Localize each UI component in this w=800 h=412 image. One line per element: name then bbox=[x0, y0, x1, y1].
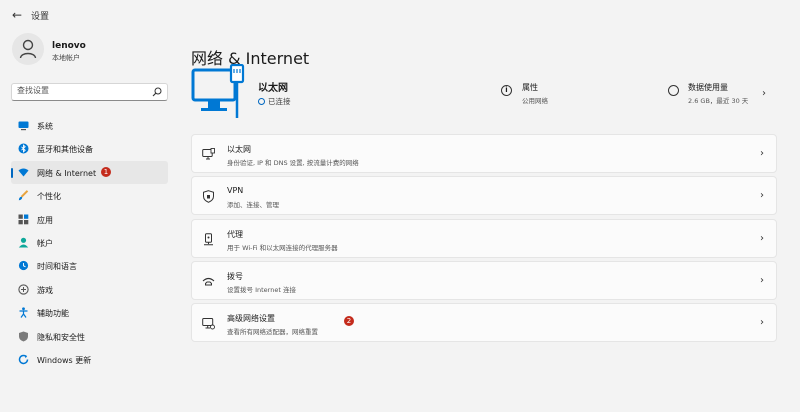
data-usage-amount: 2.6 GB，最近 30 天 bbox=[688, 97, 749, 105]
search-icon[interactable] bbox=[152, 87, 162, 97]
ethernet-icon bbox=[202, 148, 215, 160]
ethernet-summary: 以太网 已连接 i 属性 公用网络 数据使用量 2.6 GB，最近 30 天 › bbox=[191, 63, 777, 125]
proxy-icon bbox=[204, 232, 213, 245]
card-description: 用于 Wi-Fi 和以太网连接的代理服务器 bbox=[227, 243, 338, 252]
sidebar-item-label: 系统 bbox=[37, 122, 53, 131]
title-bar: ← 设置 bbox=[0, 0, 800, 30]
card-ethernet[interactable]: 以太网 身份验证, IP 和 DNS 设置, 按流量计费的网络 › bbox=[191, 134, 777, 173]
card-title: VPN bbox=[227, 186, 244, 196]
chevron-right-icon: › bbox=[760, 190, 764, 202]
card-description: 添加、连接、管理 bbox=[227, 201, 279, 210]
card-dial-up[interactable]: 拨号 设置拨号 Internet 连接 › bbox=[191, 260, 777, 300]
account-type: 本地帐户 bbox=[52, 54, 80, 62]
sidebar-item-accounts[interactable]: 帐户 bbox=[11, 231, 168, 254]
back-button[interactable]: ← bbox=[8, 6, 26, 24]
chevron-right-icon: › bbox=[760, 232, 764, 244]
ethernet-computer-icon bbox=[191, 64, 245, 118]
card-description: 身份验证, IP 和 DNS 设置, 按流量计费的网络 bbox=[227, 159, 359, 167]
notification-badge: 2 bbox=[344, 316, 354, 327]
shield-icon bbox=[19, 331, 28, 342]
sidebar-item-network[interactable]: 网络 & Internet 1 bbox=[11, 160, 168, 185]
notification-badge: 1 bbox=[101, 166, 111, 177]
vpn-shield-icon bbox=[203, 190, 214, 204]
sidebar-item-bluetooth[interactable]: 蓝牙和其他设备 bbox=[11, 137, 168, 160]
card-title: 以太网 bbox=[227, 145, 251, 154]
card-description: 查看所有网络适配器，网络重置 bbox=[227, 328, 318, 337]
sidebar-item-label: 游戏 bbox=[37, 285, 53, 295]
sidebar-item-label: 个性化 bbox=[37, 192, 61, 202]
dial-up-icon bbox=[202, 277, 215, 286]
properties-title: 属性 bbox=[522, 83, 538, 92]
network-profile: 公用网络 bbox=[522, 97, 548, 105]
accessibility-icon bbox=[19, 307, 28, 318]
apps-icon bbox=[18, 214, 29, 224]
card-proxy[interactable]: 代理 用于 Wi-Fi 和以太网连接的代理服务器 › bbox=[191, 218, 777, 258]
globe-clock-icon bbox=[18, 261, 29, 271]
card-advanced-network[interactable]: 高级网络设置 查看所有网络适配器，网络重置 2 › bbox=[191, 303, 777, 343]
sidebar-item-label: 应用 bbox=[37, 215, 53, 225]
bluetooth-icon bbox=[18, 143, 29, 154]
globe-icon bbox=[258, 98, 265, 105]
sidebar-item-label: 隐私和安全性 bbox=[37, 332, 85, 342]
user-name: lenovo bbox=[52, 41, 86, 51]
person-icon bbox=[18, 237, 29, 248]
connection-status-text: 已连接 bbox=[268, 97, 291, 106]
search-input[interactable] bbox=[17, 86, 147, 95]
advanced-network-icon bbox=[202, 318, 215, 330]
sidebar-item-time-language[interactable]: 时间和语言 bbox=[11, 254, 168, 277]
sidebar-item-personalization[interactable]: 个性化 bbox=[11, 184, 168, 207]
sidebar-item-privacy-security[interactable]: 隐私和安全性 bbox=[11, 325, 168, 348]
monitor-icon bbox=[18, 121, 29, 131]
sidebar-item-label: 辅助功能 bbox=[37, 309, 69, 319]
sidebar-item-label: Windows 更新 bbox=[37, 355, 92, 365]
sidebar-item-system[interactable]: 系统 bbox=[11, 114, 168, 137]
sidebar-nav: 系统 蓝牙和其他设备 网络 & Internet 1 个性化 应用 帐户 时间和… bbox=[11, 114, 168, 371]
sidebar-item-accessibility[interactable]: 辅助功能 bbox=[11, 301, 168, 324]
sidebar-item-label: 时间和语言 bbox=[37, 262, 77, 272]
user-icon bbox=[19, 39, 37, 59]
update-icon bbox=[18, 354, 29, 365]
chevron-right-icon: › bbox=[760, 274, 764, 286]
card-title: 代理 bbox=[227, 229, 243, 239]
sidebar-item-apps[interactable]: 应用 bbox=[11, 208, 168, 231]
sidebar-item-label: 帐户 bbox=[37, 238, 53, 248]
connection-name: 以太网 bbox=[258, 83, 288, 94]
settings-list: 以太网 身份验证, IP 和 DNS 设置, 按流量计费的网络 › VPN 添加… bbox=[191, 134, 777, 345]
brush-icon bbox=[18, 190, 29, 201]
network-icon bbox=[18, 168, 29, 177]
card-title: 拨号 bbox=[227, 271, 243, 281]
back-arrow-icon: ← bbox=[11, 8, 23, 22]
window-title: 设置 bbox=[31, 12, 50, 22]
avatar bbox=[12, 33, 44, 65]
data-usage-title: 数据使用量 bbox=[688, 83, 728, 92]
chevron-right-icon: › bbox=[760, 317, 764, 329]
info-icon: i bbox=[501, 85, 512, 96]
gamepad-icon bbox=[18, 284, 29, 295]
sidebar-item-label: 网络 & Internet bbox=[37, 168, 97, 178]
sidebar-item-windows-update[interactable]: Windows 更新 bbox=[11, 348, 168, 371]
search-box[interactable] bbox=[11, 83, 168, 101]
sidebar-item-label: 蓝牙和其他设备 bbox=[37, 145, 93, 155]
data-usage-icon bbox=[668, 85, 679, 96]
chevron-right-icon[interactable]: › bbox=[762, 88, 766, 99]
card-vpn[interactable]: VPN 添加、连接、管理 › bbox=[191, 176, 777, 216]
card-description: 设置拨号 Internet 连接 bbox=[227, 285, 296, 294]
connection-status: 已连接 bbox=[258, 96, 291, 107]
chevron-right-icon: › bbox=[760, 148, 764, 159]
sidebar-item-gaming[interactable]: 游戏 bbox=[11, 278, 168, 301]
card-title: 高级网络设置 bbox=[227, 314, 275, 324]
